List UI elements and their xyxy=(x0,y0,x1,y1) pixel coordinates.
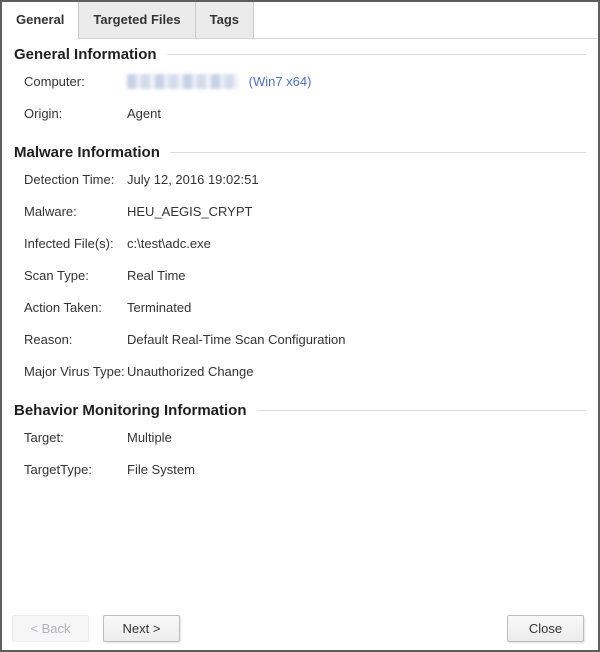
section-title-text: General Information xyxy=(14,46,157,63)
section-divider xyxy=(167,54,586,55)
row-reason: Reason: Default Real-Time Scan Configura… xyxy=(14,323,586,355)
back-button[interactable]: < Back xyxy=(12,615,89,642)
dialog-footer: < Back Next > Close xyxy=(2,615,598,650)
row-value: July 12, 2016 19:02:51 xyxy=(127,172,259,187)
row-label: Detection Time: xyxy=(14,172,127,187)
row-label: Major Virus Type: xyxy=(14,364,127,379)
row-value: File System xyxy=(127,462,195,477)
row-computer: Computer: (Win7 x64) xyxy=(14,65,586,97)
section-divider xyxy=(257,410,587,411)
row-value: Multiple xyxy=(127,430,172,445)
malware-detail-dialog: General Targeted Files Tags General Info… xyxy=(0,0,600,652)
redacted-computer-name xyxy=(127,74,239,89)
section-title-text: Malware Information xyxy=(14,144,160,161)
row-major-virus-type: Major Virus Type: Unauthorized Change xyxy=(14,355,586,387)
section-title-text: Behavior Monitoring Information xyxy=(14,402,247,419)
row-label: Reason: xyxy=(14,332,127,347)
dialog-content: General Information Computer: (Win7 x64)… xyxy=(2,39,598,615)
close-button[interactable]: Close xyxy=(507,615,584,642)
row-detection-time: Detection Time: July 12, 2016 19:02:51 xyxy=(14,163,586,195)
row-label: Infected File(s): xyxy=(14,236,127,251)
row-label: Computer: xyxy=(14,74,127,89)
row-value: (Win7 x64) xyxy=(127,74,311,89)
computer-os-link[interactable]: (Win7 x64) xyxy=(249,74,312,89)
reason-link[interactable]: Default Real-Time Scan Configuration xyxy=(127,332,345,347)
tab-tags[interactable]: Tags xyxy=(196,2,254,38)
tab-bar: General Targeted Files Tags xyxy=(2,2,598,39)
row-infected-files: Infected File(s): c:\test\adc.exe xyxy=(14,227,586,259)
row-value: Terminated xyxy=(127,300,191,315)
row-label: Origin: xyxy=(14,106,127,121)
section-divider xyxy=(170,152,586,153)
row-target: Target: Multiple xyxy=(14,421,586,453)
section-title-behavior-monitoring: Behavior Monitoring Information xyxy=(14,399,586,421)
tab-general[interactable]: General xyxy=(2,2,79,38)
row-value: HEU_AEGIS_CRYPT xyxy=(127,204,252,219)
row-label: Malware: xyxy=(14,204,127,219)
row-value: Agent xyxy=(127,106,161,121)
row-value: Real Time xyxy=(127,268,186,283)
row-value: c:\test\adc.exe xyxy=(127,236,211,251)
row-label: TargetType: xyxy=(14,462,127,477)
row-label: Action Taken: xyxy=(14,300,127,315)
row-label: Scan Type: xyxy=(14,268,127,283)
row-origin: Origin: Agent xyxy=(14,97,586,129)
tab-targeted-files[interactable]: Targeted Files xyxy=(79,2,195,38)
section-title-general-information: General Information xyxy=(14,43,586,65)
row-action-taken: Action Taken: Terminated xyxy=(14,291,586,323)
row-scan-type: Scan Type: Real Time xyxy=(14,259,586,291)
next-button[interactable]: Next > xyxy=(103,615,180,642)
row-value: Unauthorized Change xyxy=(127,364,253,379)
row-label: Target: xyxy=(14,430,127,445)
section-title-malware-information: Malware Information xyxy=(14,141,586,163)
row-target-type: TargetType: File System xyxy=(14,453,586,485)
row-malware: Malware: HEU_AEGIS_CRYPT xyxy=(14,195,586,227)
